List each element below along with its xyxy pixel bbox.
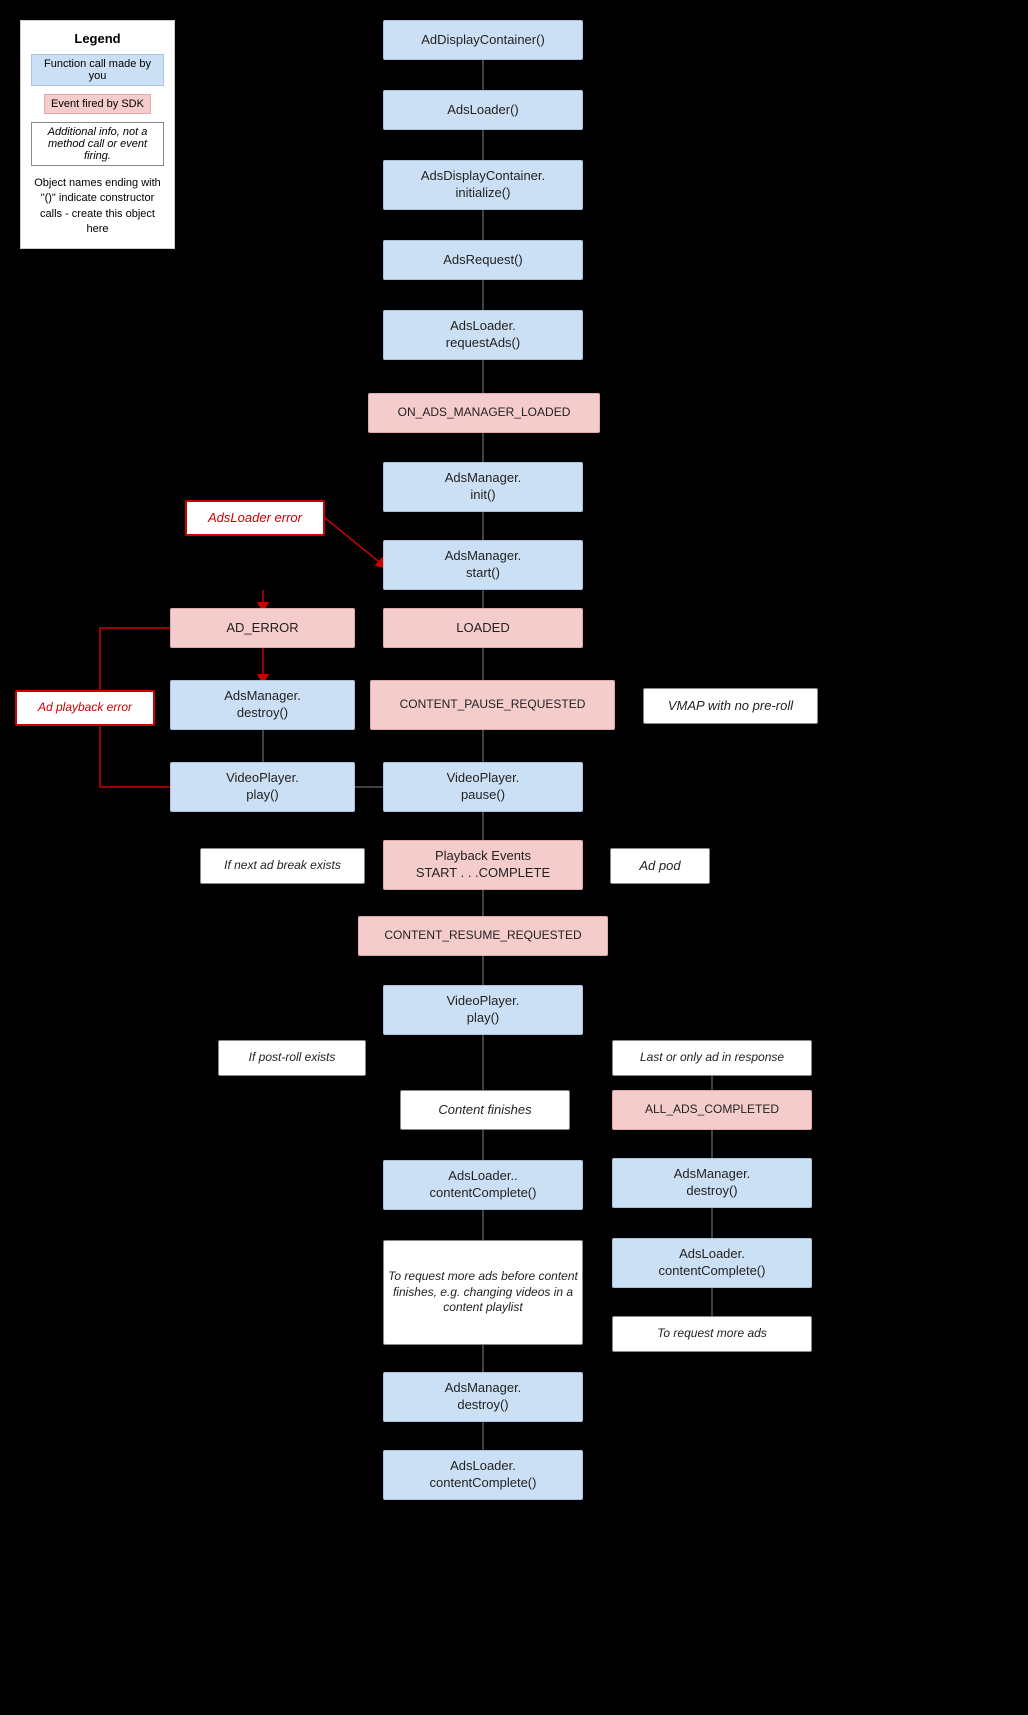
AdsManagerInit-box: AdsManager. init() bbox=[383, 462, 583, 512]
AdsLoaderContentComplete3-box: AdsLoader. contentComplete() bbox=[383, 1450, 583, 1500]
IfPostRoll-box: If post-roll exists bbox=[218, 1040, 366, 1076]
AdsLoaderError-box: AdsLoader error bbox=[185, 500, 325, 536]
ToRequestMoreAds-box: To request more ads before content finis… bbox=[383, 1240, 583, 1345]
AdsLoaderContentComplete1-box: AdsLoader.. contentComplete() bbox=[383, 1160, 583, 1210]
legend-item-function: Function call made by you bbox=[31, 54, 164, 88]
PlaybackEvents-box: Playback Events START . . .COMPLETE bbox=[383, 840, 583, 890]
AdsDisplayContainerInit-box: AdsDisplayContainer. initialize() bbox=[383, 160, 583, 210]
VideoPlayerPlay2-box: VideoPlayer. play() bbox=[383, 985, 583, 1035]
legend-title: Legend bbox=[31, 31, 164, 46]
AdsManagerDestroy-box: AdsManager. destroy() bbox=[170, 680, 355, 730]
AdsManagerDestroy3-box: AdsManager. destroy() bbox=[383, 1372, 583, 1422]
ALL_ADS_COMPLETED-box: ALL_ADS_COMPLETED bbox=[612, 1090, 812, 1130]
VideoPlayerPause-box: VideoPlayer. pause() bbox=[383, 762, 583, 812]
legend-italic-box: Additional info, not a method call or ev… bbox=[31, 122, 164, 166]
AdsManagerDestroy2-box: AdsManager. destroy() bbox=[612, 1158, 812, 1208]
AdsRequest-box: AdsRequest() bbox=[383, 240, 583, 280]
ON_ADS_MANAGER_LOADED-box: ON_ADS_MANAGER_LOADED bbox=[368, 393, 600, 433]
legend-item-event: Event fired by SDK bbox=[31, 94, 164, 116]
AdDisplayContainer-box: AdDisplayContainer() bbox=[383, 20, 583, 60]
legend-item-info: Additional info, not a method call or ev… bbox=[31, 122, 164, 168]
AdsLoader-box: AdsLoader() bbox=[383, 90, 583, 130]
VmapNoPre-box: VMAP with no pre-roll bbox=[643, 688, 818, 724]
legend-note: Object names ending with "()" indicate c… bbox=[31, 176, 164, 238]
ContentFinishes-box: Content finishes bbox=[400, 1090, 570, 1130]
diagram-container: Legend Function call made by you Event f… bbox=[0, 0, 1028, 1715]
AdsManagerStart-box: AdsManager. start() bbox=[383, 540, 583, 590]
CONTENT_RESUME_REQUESTED-box: CONTENT_RESUME_REQUESTED bbox=[358, 916, 608, 956]
AdsLoaderContentComplete2-box: AdsLoader. contentComplete() bbox=[612, 1238, 812, 1288]
AdPod-box: Ad pod bbox=[610, 848, 710, 884]
legend-pink-box: Event fired by SDK bbox=[44, 94, 151, 114]
AdPlaybackError-box: Ad playback error bbox=[15, 690, 155, 726]
AD_ERROR-box: AD_ERROR bbox=[170, 608, 355, 648]
CONTENT_PAUSE_REQUESTED-box: CONTENT_PAUSE_REQUESTED bbox=[370, 680, 615, 730]
legend-blue-box: Function call made by you bbox=[31, 54, 164, 86]
LOADED-box: LOADED bbox=[383, 608, 583, 648]
LastOrOnlyAd-box: Last or only ad in response bbox=[612, 1040, 812, 1076]
ToRequestMoreAdsLabel-box: To request more ads bbox=[612, 1316, 812, 1352]
VideoPlayerPlay1-box: VideoPlayer. play() bbox=[170, 762, 355, 812]
IfNextAdBreak-box: If next ad break exists bbox=[200, 848, 365, 884]
legend-box: Legend Function call made by you Event f… bbox=[20, 20, 175, 249]
AdsLoaderRequestAds-box: AdsLoader. requestAds() bbox=[383, 310, 583, 360]
